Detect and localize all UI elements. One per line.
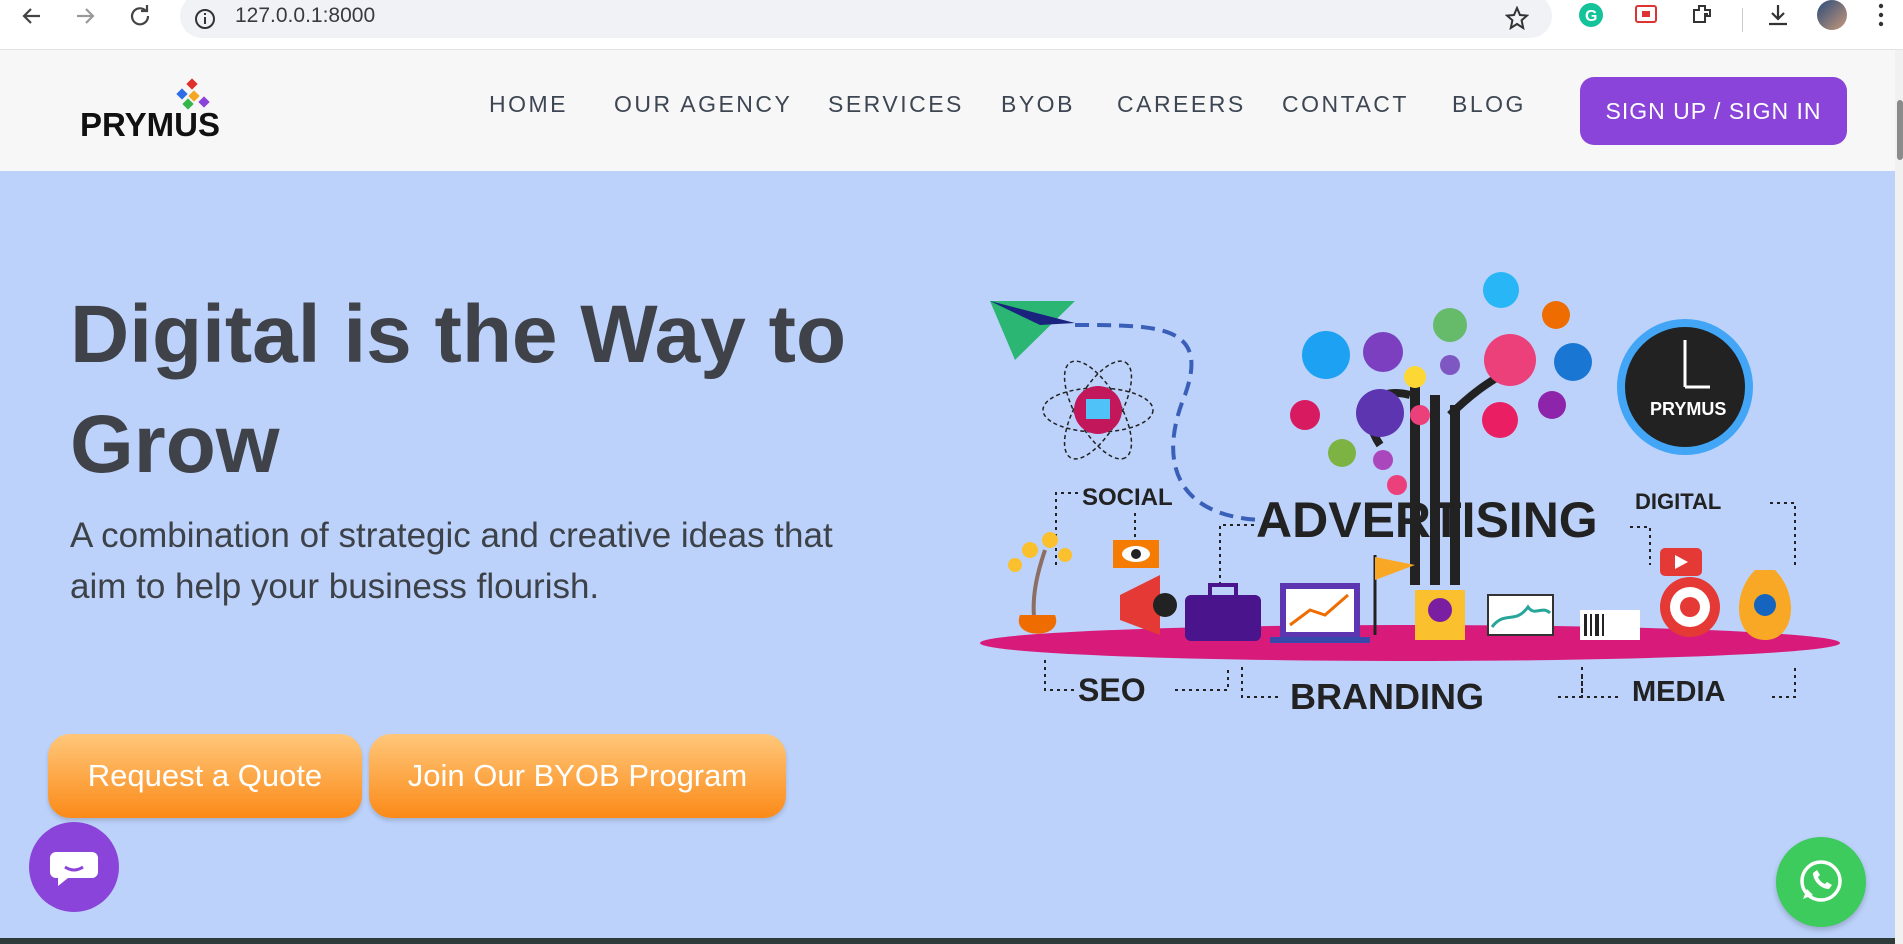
svg-text:G: G — [1585, 8, 1597, 25]
flag-icon — [1373, 555, 1415, 635]
site-info-icon[interactable] — [194, 8, 216, 35]
reload-icon[interactable] — [127, 3, 153, 29]
label-social: SOCIAL — [1082, 484, 1173, 511]
chart-board-icon — [1487, 594, 1554, 636]
laptop-icon — [1270, 583, 1370, 643]
clock-logo-text: PRYMUS — [1650, 399, 1726, 419]
label-advertising: ADVERTISING — [1256, 492, 1598, 548]
label-branding: BRANDING — [1290, 676, 1484, 717]
bookmark-star-icon[interactable] — [1504, 5, 1530, 35]
hero-title: Digital is the Way to Grow — [70, 289, 847, 490]
atom-icon — [1042, 360, 1154, 460]
page-scrollbar-thumb[interactable] — [1897, 100, 1903, 160]
money-bag-icon — [1738, 570, 1792, 640]
megaphone-icon — [1120, 575, 1177, 635]
browser-toolbar: 127.0.0.1:8000 G — [0, 0, 1903, 50]
profile-avatar[interactable] — [1817, 0, 1847, 30]
nav-byob[interactable]: BYOB — [1001, 91, 1075, 118]
bottom-strip — [0, 938, 1895, 944]
screencast-icon[interactable] — [1634, 4, 1658, 31]
target-icon — [1660, 577, 1720, 637]
paper-plane-icon — [990, 301, 1075, 360]
grammarly-icon[interactable]: G — [1578, 2, 1604, 33]
label-seo: SEO — [1078, 672, 1146, 708]
prymus-logo[interactable]: PRYMUS — [80, 78, 240, 148]
label-media: MEDIA — [1632, 676, 1726, 708]
forward-arrow-icon[interactable] — [72, 3, 98, 29]
nav-services[interactable]: SERVICES — [828, 91, 964, 118]
hero-subtitle: A combination of strategic and creative … — [70, 516, 833, 606]
logo-text: PRYMUS — [80, 106, 220, 143]
platform-base — [980, 625, 1840, 661]
youtube-icon — [1660, 548, 1702, 576]
nav-blog[interactable]: BLOG — [1452, 91, 1526, 118]
request-quote-button[interactable]: Request a Quote — [48, 734, 362, 818]
nav-home[interactable]: HOME — [489, 91, 568, 118]
question-board-icon — [1415, 590, 1465, 640]
join-byob-button[interactable]: Join Our BYOB Program — [369, 734, 786, 818]
address-bar[interactable] — [180, 0, 1552, 38]
digital-marketing-illustration: PRYMUS SOCIAL ADVERTISING DIGITAL SEO BR… — [980, 272, 1840, 717]
nav-contact[interactable]: CONTACT — [1282, 91, 1409, 118]
chat-bubble-icon — [50, 852, 98, 886]
sign-up-sign-in-button[interactable]: SIGN UP / SIGN IN — [1580, 77, 1847, 145]
toolbar-divider — [1742, 8, 1743, 32]
download-icon[interactable] — [1765, 2, 1791, 33]
nav-our-agency[interactable]: OUR AGENCY — [614, 91, 792, 118]
chat-bubble-button[interactable] — [29, 822, 119, 912]
back-arrow-icon[interactable] — [19, 3, 45, 29]
url-text[interactable]: 127.0.0.1:8000 — [235, 4, 375, 28]
barcode-icon — [1580, 610, 1640, 640]
whatsapp-button[interactable] — [1776, 837, 1866, 927]
more-menu-icon[interactable] — [1876, 2, 1886, 33]
money-plant-icon — [1008, 532, 1072, 634]
briefcase-icon — [1185, 583, 1261, 641]
label-digital: DIGITAL — [1635, 489, 1721, 514]
whatsapp-icon — [1800, 860, 1842, 902]
prymus-clock-logo: PRYMUS — [1617, 319, 1753, 455]
eye-icon — [1113, 540, 1159, 568]
extensions-icon[interactable] — [1690, 2, 1716, 33]
nav-careers[interactable]: CAREERS — [1117, 91, 1246, 118]
page-scrollbar[interactable] — [1895, 50, 1903, 944]
